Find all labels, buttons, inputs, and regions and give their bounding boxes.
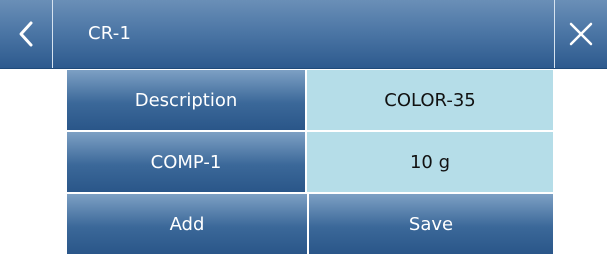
title-bar: CR-1: [0, 0, 607, 69]
description-value[interactable]: COLOR-35: [307, 70, 553, 130]
component-quantity-value[interactable]: 10 g: [307, 132, 553, 192]
add-button[interactable]: Add: [67, 194, 307, 254]
page-title: CR-1: [88, 23, 132, 44]
chevron-left-icon: [17, 20, 35, 48]
component-label-button[interactable]: COMP-1: [67, 132, 307, 192]
save-button[interactable]: Save: [307, 194, 553, 254]
component-row: COMP-1 10 g: [67, 132, 553, 192]
description-row: Description COLOR-35: [67, 70, 553, 130]
back-button[interactable]: [0, 0, 53, 68]
actions-row: Add Save: [67, 194, 553, 254]
description-label-button[interactable]: Description: [67, 70, 307, 130]
close-icon: [568, 21, 594, 47]
recipe-form: Description COLOR-35 COMP-1 10 g Add Sav…: [67, 70, 553, 256]
close-button[interactable]: [554, 0, 607, 68]
